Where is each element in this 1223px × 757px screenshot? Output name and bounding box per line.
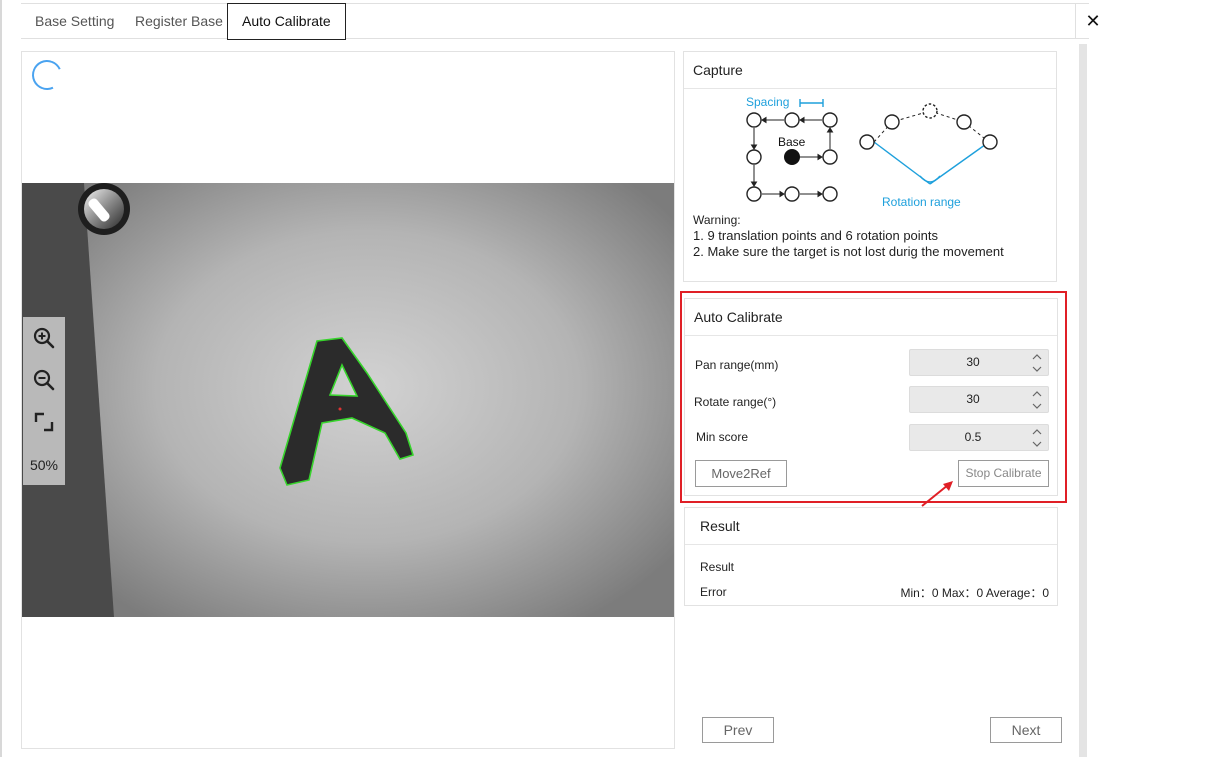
rotation-diagram xyxy=(859,103,998,185)
result-label: Result xyxy=(700,560,735,574)
spacing-label: Spacing xyxy=(746,95,789,109)
camera-image[interactable] xyxy=(22,183,674,617)
center-marker xyxy=(338,407,342,411)
tab-register-base[interactable]: Register Base xyxy=(121,4,237,39)
result-title: Result xyxy=(685,508,1057,545)
min-score-input[interactable]: 0.5 xyxy=(909,424,1049,451)
zoom-in-button[interactable] xyxy=(23,317,65,359)
error-label: Error xyxy=(700,585,727,599)
rotate-range-value: 30 xyxy=(966,392,980,406)
warning-text: Make sure the target is not lost durig t… xyxy=(707,244,1004,259)
warning-number: 1. xyxy=(693,228,704,243)
rotate-range-label: Rotate range(°) xyxy=(694,395,777,409)
close-button[interactable]: ✕ xyxy=(1075,4,1110,39)
pan-range-value: 30 xyxy=(966,355,980,369)
zoom-out-button[interactable] xyxy=(23,359,65,401)
warning-item: 1. 9 translation points and 6 rotation p… xyxy=(693,228,1004,244)
next-button[interactable]: Next xyxy=(990,717,1062,743)
error-stats: Min：0 Max：0 Average：0 xyxy=(900,586,1049,600)
tab-bar: Base Setting Register Base Auto Calibrat… xyxy=(21,3,1101,40)
zoom-out-icon xyxy=(33,369,55,391)
base-point-icon xyxy=(784,149,800,165)
auto-calibrate-title: Auto Calibrate xyxy=(685,299,1057,336)
spinner-arrows-icon[interactable] xyxy=(1032,352,1042,374)
rotate-range-input[interactable]: 30 xyxy=(909,386,1049,413)
bolt-icon xyxy=(78,183,130,235)
spinner-arrows-icon[interactable] xyxy=(1032,427,1042,449)
capture-title: Capture xyxy=(684,52,1056,89)
zoom-level: 50% xyxy=(29,457,59,473)
loading-spinner-icon xyxy=(27,55,67,95)
warning-text: 9 translation points and 6 rotation poin… xyxy=(707,228,939,243)
tab-base-setting[interactable]: Base Setting xyxy=(21,4,128,39)
warning-number: 2. xyxy=(693,244,704,259)
spacing-indicator-icon xyxy=(799,99,824,107)
warning-block: Warning: 1. 9 translation points and 6 r… xyxy=(693,212,1004,260)
spinner-arrows-icon[interactable] xyxy=(1032,389,1042,411)
capture-diagram: Spacing Base Rotation range xyxy=(746,95,998,209)
min-score-label: Min score xyxy=(696,430,749,444)
annotation-arrow-icon xyxy=(921,481,953,507)
capture-panel: Capture Spacing Base Rotation range Warn… xyxy=(683,51,1057,282)
result-panel: Result Result Error Min：0 Max：0 Average：… xyxy=(684,507,1058,606)
tab-auto-calibrate[interactable]: Auto Calibrate xyxy=(227,3,346,40)
zoom-in-icon xyxy=(33,327,55,349)
zoom-toolbar: 50% xyxy=(23,317,65,485)
fit-to-screen-icon xyxy=(34,412,54,432)
auto-calibrate-panel: Auto Calibrate Pan range(mm) 30 Rotate r… xyxy=(684,298,1058,496)
left-border xyxy=(0,0,2,757)
image-viewer: 50% xyxy=(21,51,675,749)
pan-range-label: Pan range(mm) xyxy=(695,358,779,372)
base-label: Base xyxy=(778,135,806,149)
move2ref-button[interactable]: Move2Ref xyxy=(695,460,787,487)
warning-item: 2. Make sure the target is not lost duri… xyxy=(693,244,1004,260)
min-score-value: 0.5 xyxy=(964,430,982,444)
close-icon: ✕ xyxy=(1085,11,1101,31)
auto-calibrate-window: Base Setting Register Base Auto Calibrat… xyxy=(0,0,1223,757)
warning-title: Warning: xyxy=(693,213,741,227)
vertical-scrollbar[interactable] xyxy=(1079,44,1087,757)
pan-range-input[interactable]: 30 xyxy=(909,349,1049,376)
rotation-range-label: Rotation range xyxy=(882,195,961,209)
fit-to-screen-button[interactable] xyxy=(23,401,65,443)
prev-button[interactable]: Prev xyxy=(702,717,774,743)
stop-calibrate-button[interactable]: Stop Calibrate xyxy=(958,460,1049,487)
